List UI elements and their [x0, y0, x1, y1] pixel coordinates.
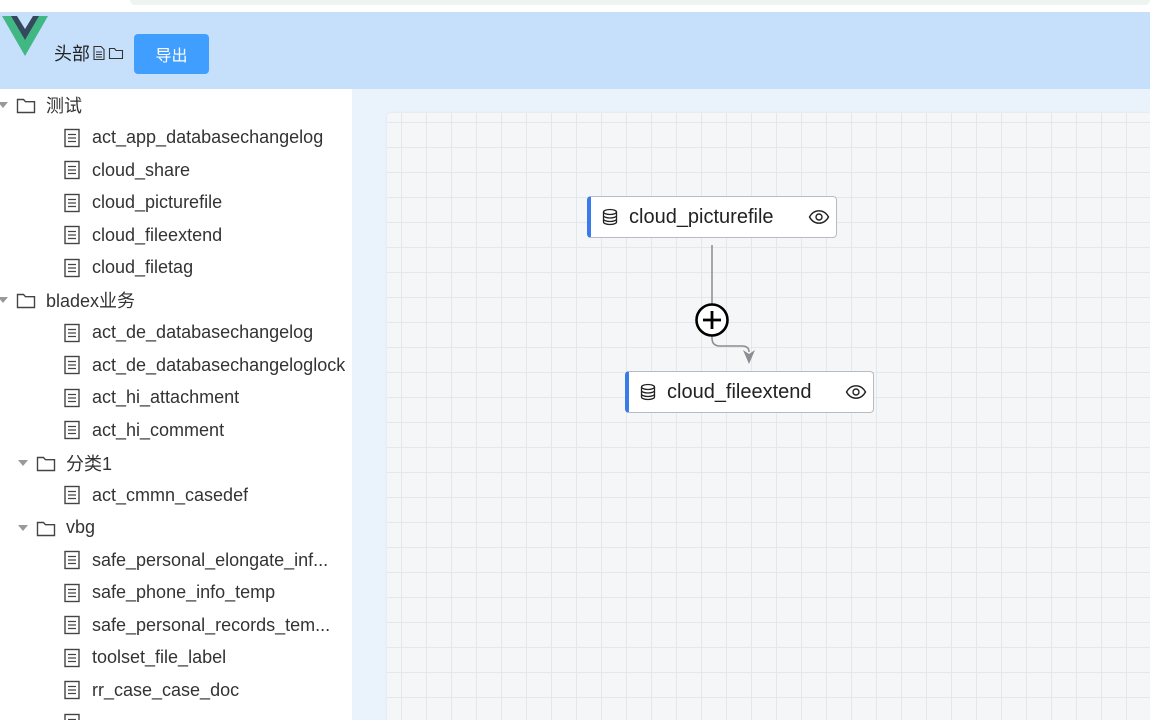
- folder-icon: [36, 456, 56, 471]
- table-file-icon: [64, 648, 80, 667]
- tree-item-label: safe_phone_info_temp: [92, 582, 276, 602]
- document-icon: [93, 45, 105, 61]
- tree-table-row[interactable]: safe_personal_records_tem...: [62, 609, 330, 641]
- tree-item-label: cloud_share: [92, 159, 191, 180]
- table-file-icon: [64, 160, 80, 180]
- tree-item-label: cloud_picturefile: [92, 192, 223, 212]
- tree-table-row[interactable]: cloud_picturefile: [62, 187, 222, 219]
- tree-table-row[interactable]: cloud_fileextend: [62, 219, 222, 251]
- tree-table-row[interactable]: rr_case_case_doc: [62, 674, 239, 706]
- tree-item-label: act_de_databasechangeloglock: [92, 354, 346, 375]
- tree-table-row[interactable]: act_hi_attachment: [62, 382, 239, 414]
- expand-caret-icon[interactable]: [0, 102, 8, 108]
- tree-item-label: vbg: [66, 517, 96, 537]
- table-file-icon: [64, 193, 80, 212]
- tree-item-label: act_app_databasechangelog: [92, 127, 324, 147]
- export-button[interactable]: 导出: [134, 34, 209, 74]
- tree-item-label: bladex业务: [46, 291, 136, 311]
- tree-table-row[interactable]: act_de_databasechangeloglock: [62, 349, 345, 381]
- eye-icon[interactable]: [808, 209, 830, 225]
- node-label: cloud_fileextend: [667, 380, 812, 403]
- table-file-icon: [64, 388, 80, 407]
- top-strip: [0, 0, 1150, 12]
- app-header: 头部 导出: [0, 12, 1150, 89]
- tree-table-row[interactable]: safe_phone_info_temp: [62, 577, 275, 609]
- tree-item-label: cloud_fileextend: [92, 224, 223, 245]
- table-file-icon: [64, 615, 80, 635]
- horizontal-scrollbar[interactable]: [130, 0, 1150, 5]
- table-file-icon: [64, 355, 80, 375]
- tree-item-label: act_cmmn_casedef: [92, 484, 249, 505]
- expand-caret-icon[interactable]: [18, 524, 28, 531]
- table-file-icon: [64, 128, 80, 147]
- header-title-group: 头部: [54, 40, 124, 66]
- tree-item-label: act_de_databasechangelog: [92, 322, 314, 342]
- tree-item-label: cloud_filetag: [92, 257, 194, 277]
- expand-caret-icon[interactable]: [0, 297, 8, 303]
- table-file-icon: [64, 550, 80, 570]
- eye-icon[interactable]: [845, 384, 867, 400]
- vue-logo-icon: [2, 16, 48, 56]
- table-file-icon: [64, 420, 80, 440]
- table-tree-sidebar: 测试 act_app_databasechangelog cloud_sharecl…: [0, 89, 352, 720]
- table-file-icon: [64, 258, 80, 277]
- tree-table-row[interactable]: act_cmmn_casedef: [62, 479, 248, 511]
- tree-table-row[interactable]: [62, 707, 92, 720]
- tree-item-label: act_hi_comment: [92, 419, 225, 440]
- table-node-cloud-picturefile[interactable]: cloud_picturefile: [587, 196, 837, 238]
- tree-item-label: safe_personal_elongate_inf...: [92, 549, 329, 570]
- folder-icon: [16, 98, 36, 114]
- add-relation-plus-icon[interactable]: [694, 302, 730, 338]
- tree-item-label: 测试: [46, 96, 82, 116]
- expand-caret-icon[interactable]: [18, 459, 28, 466]
- table-node-cloud-fileextend[interactable]: cloud_fileextend: [625, 371, 874, 413]
- database-icon: [640, 383, 656, 401]
- tree-item-label: toolset_file_label: [92, 647, 227, 667]
- folder-icon: [108, 47, 124, 60]
- tree-item-label: safe_personal_records_tem...: [92, 614, 331, 635]
- tree-item-label: act_hi_attachment: [92, 387, 240, 407]
- header-title: 头部: [54, 44, 90, 64]
- node-label: cloud_picturefile: [629, 205, 774, 228]
- tree-folder-row[interactable]: 测试: [0, 89, 82, 121]
- table-file-icon: [64, 225, 80, 245]
- table-file-icon: [64, 680, 80, 700]
- tree-item-label: rr_case_case_doc: [92, 679, 240, 700]
- tree-folder-row[interactable]: vbg: [18, 512, 95, 544]
- tree-table-row[interactable]: act_hi_comment: [62, 414, 224, 446]
- tree-folder-row[interactable]: 分类1: [18, 447, 112, 479]
- tree-table-row[interactable]: safe_personal_elongate_inf...: [62, 544, 328, 576]
- tree-table-row[interactable]: cloud_filetag: [62, 252, 193, 284]
- table-file-icon: [64, 323, 80, 342]
- table-file-icon: [64, 583, 80, 602]
- database-icon: [602, 208, 618, 226]
- tree-item-label: 分类1: [66, 453, 113, 474]
- folder-icon: [16, 293, 36, 309]
- tree-table-row[interactable]: toolset_file_label: [62, 642, 226, 674]
- folder-icon: [36, 521, 56, 536]
- tree-folder-row[interactable]: bladex业务: [0, 284, 135, 316]
- table-file-icon: [64, 485, 80, 505]
- tree-table-row[interactable]: act_app_databasechangelog: [62, 122, 323, 154]
- table-file-icon: [64, 713, 80, 720]
- tree-table-row[interactable]: act_de_databasechangelog: [62, 317, 313, 349]
- tree-table-row[interactable]: cloud_share: [62, 154, 190, 186]
